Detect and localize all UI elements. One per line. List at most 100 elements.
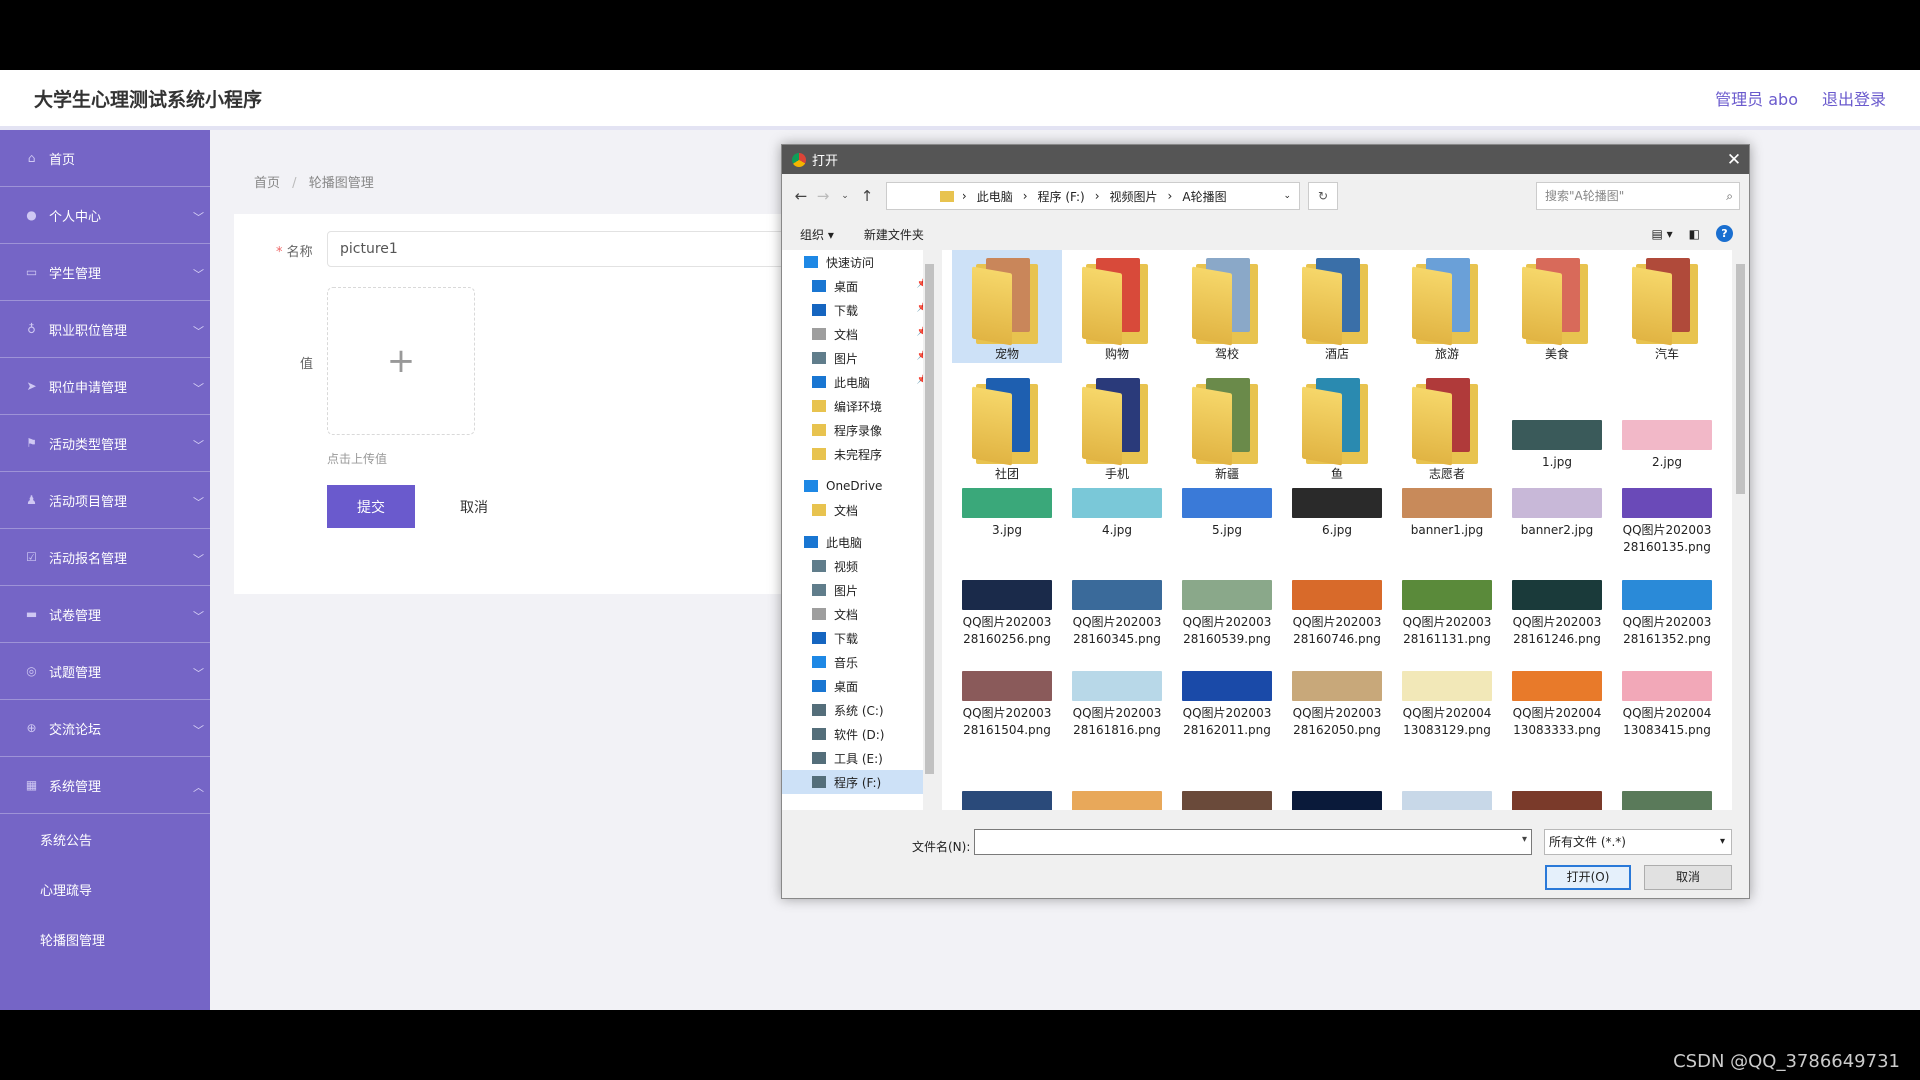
nav-item[interactable]: 此电脑📌 bbox=[782, 370, 936, 394]
help-icon[interactable]: ? bbox=[1716, 225, 1733, 242]
folder-item[interactable]: 驾校 bbox=[1172, 250, 1282, 363]
file-item[interactable]: QQ图片20200328160539.png bbox=[1172, 580, 1282, 648]
folder-item[interactable]: 酒店 bbox=[1282, 250, 1392, 363]
back-icon[interactable]: ← bbox=[790, 187, 812, 205]
sidebar-item[interactable]: ▭ 学生管理 ﹀ bbox=[0, 244, 210, 301]
recent-dropdown-icon[interactable]: ⌄ bbox=[834, 191, 856, 201]
sidebar-item[interactable]: ◎ 试题管理 ﹀ bbox=[0, 643, 210, 700]
nav-item[interactable]: 文档📌 bbox=[782, 322, 936, 346]
file-item[interactable]: QQ图片20200328160746.png bbox=[1282, 580, 1392, 648]
file-item[interactable]: 2.jpg bbox=[1612, 370, 1722, 471]
nav-item[interactable]: 工具 (E:) bbox=[782, 746, 936, 770]
sidebar-item[interactable]: ● 个人中心 ﹀ bbox=[0, 187, 210, 244]
preview-pane-icon[interactable]: ◧ bbox=[1689, 227, 1700, 241]
chevron-down-icon[interactable]: ▾ bbox=[1522, 834, 1527, 845]
folder-item[interactable]: 旅游 bbox=[1392, 250, 1502, 363]
nav-scrollbar[interactable] bbox=[923, 250, 937, 810]
file-item[interactable] bbox=[1612, 791, 1722, 810]
nav-item[interactable]: OneDrive bbox=[782, 474, 936, 498]
file-item[interactable]: QQ图片20200328161504.png bbox=[952, 671, 1062, 739]
path-segment[interactable]: 视频图片 bbox=[1110, 188, 1158, 205]
submit-button[interactable]: 提交 bbox=[327, 485, 415, 528]
nav-item[interactable]: 此电脑 bbox=[782, 530, 936, 554]
sidebar-subitem[interactable]: 系统公告 bbox=[0, 814, 210, 864]
name-input[interactable]: picture1 bbox=[327, 231, 807, 267]
file-item[interactable]: 1.jpg bbox=[1502, 370, 1612, 471]
file-item[interactable]: 3.jpg bbox=[952, 488, 1062, 539]
nav-item[interactable]: 图片📌 bbox=[782, 346, 936, 370]
folder-item[interactable]: 宠物 bbox=[952, 250, 1062, 363]
file-item[interactable]: QQ图片20200413083415.png bbox=[1612, 671, 1722, 739]
sidebar-subitem[interactable]: 心理疏导 bbox=[0, 864, 210, 914]
sidebar-item[interactable]: ⚑ 活动类型管理 ﹀ bbox=[0, 415, 210, 472]
file-item[interactable] bbox=[952, 791, 1062, 810]
path-segment[interactable]: 此电脑 bbox=[977, 188, 1013, 205]
nav-item[interactable]: 图片 bbox=[782, 578, 936, 602]
sidebar-subitem[interactable]: 轮播图管理 bbox=[0, 914, 210, 964]
dialog-cancel-button[interactable]: 取消 bbox=[1644, 865, 1732, 890]
file-item[interactable]: QQ图片20200328162011.png bbox=[1172, 671, 1282, 739]
folder-item[interactable]: 汽车 bbox=[1612, 250, 1722, 363]
close-icon[interactable]: ✕ bbox=[1719, 150, 1749, 170]
sidebar-item[interactable]: ♟ 活动项目管理 ﹀ bbox=[0, 472, 210, 529]
file-item[interactable] bbox=[1062, 791, 1172, 810]
file-item[interactable]: 5.jpg bbox=[1172, 488, 1282, 539]
nav-item[interactable]: 文档 bbox=[782, 602, 936, 626]
file-item[interactable]: QQ图片20200413083333.png bbox=[1502, 671, 1612, 739]
sidebar-item[interactable]: ➤ 职位申请管理 ﹀ bbox=[0, 358, 210, 415]
sidebar-item[interactable]: ▬ 试卷管理 ﹀ bbox=[0, 586, 210, 643]
sidebar-item[interactable]: ▦ 系统管理 ︿ bbox=[0, 757, 210, 814]
file-item[interactable]: QQ图片20200328161816.png bbox=[1062, 671, 1172, 739]
file-item[interactable]: QQ图片20200328161246.png bbox=[1502, 580, 1612, 648]
new-folder-button[interactable]: 新建文件夹 bbox=[864, 226, 924, 243]
nav-item[interactable]: 桌面📌 bbox=[782, 274, 936, 298]
folder-item[interactable]: 手机 bbox=[1062, 370, 1172, 483]
refresh-icon[interactable]: ↻ bbox=[1308, 182, 1338, 210]
view-options-icon[interactable]: ▤ ▾ bbox=[1651, 227, 1672, 241]
nav-item[interactable]: 系统 (C:) bbox=[782, 698, 936, 722]
file-item[interactable]: QQ图片20200413083129.png bbox=[1392, 671, 1502, 739]
up-icon[interactable]: ↑ bbox=[856, 187, 878, 205]
path-segment[interactable]: 程序 (F:) bbox=[1038, 188, 1085, 205]
file-item[interactable]: QQ图片20200328161352.png bbox=[1612, 580, 1722, 648]
nav-item[interactable]: 软件 (D:) bbox=[782, 722, 936, 746]
nav-item[interactable]: 文档 bbox=[782, 498, 936, 522]
file-item[interactable]: QQ图片20200328160256.png bbox=[952, 580, 1062, 648]
nav-item[interactable]: 下载 bbox=[782, 626, 936, 650]
nav-item[interactable]: 程序 (F:) bbox=[782, 770, 936, 794]
logout-link[interactable]: 退出登录 bbox=[1822, 86, 1886, 110]
file-item[interactable] bbox=[1172, 791, 1282, 810]
folder-item[interactable]: 志愿者 bbox=[1392, 370, 1502, 483]
file-item[interactable] bbox=[1392, 791, 1502, 810]
file-item[interactable] bbox=[1282, 791, 1392, 810]
filetype-select[interactable]: 所有文件 (*.*) ▾ bbox=[1544, 829, 1732, 855]
path-bar[interactable]: › 此电脑 › 程序 (F:) › 视频图片 › A轮播图 ⌄ bbox=[886, 182, 1300, 210]
open-button[interactable]: 打开(O) bbox=[1545, 865, 1631, 890]
path-segment[interactable]: A轮播图 bbox=[1182, 188, 1226, 205]
sidebar-item[interactable]: ⌂ 首页 bbox=[0, 130, 210, 187]
sidebar-item[interactable]: ⊕ 交流论坛 ﹀ bbox=[0, 700, 210, 757]
nav-item[interactable]: 快速访问 bbox=[782, 250, 936, 274]
nav-item[interactable]: 程序录像 bbox=[782, 418, 936, 442]
organize-button[interactable]: 组织 ▾ bbox=[800, 226, 834, 243]
nav-item[interactable]: 音乐 bbox=[782, 650, 936, 674]
folder-item[interactable]: 社团 bbox=[952, 370, 1062, 483]
nav-item[interactable]: 桌面 bbox=[782, 674, 936, 698]
grid-scrollbar[interactable] bbox=[1732, 250, 1749, 810]
cancel-button[interactable]: 取消 bbox=[444, 485, 504, 528]
nav-item[interactable]: 未完程序 bbox=[782, 442, 936, 466]
sidebar-item[interactable]: ☑ 活动报名管理 ﹀ bbox=[0, 529, 210, 586]
folder-item[interactable]: 美食 bbox=[1502, 250, 1612, 363]
file-item[interactable]: banner2.jpg bbox=[1502, 488, 1612, 539]
folder-item[interactable]: 购物 bbox=[1062, 250, 1172, 363]
file-item[interactable]: banner1.jpg bbox=[1392, 488, 1502, 539]
nav-item[interactable]: 视频 bbox=[782, 554, 936, 578]
file-item[interactable]: QQ图片20200328160345.png bbox=[1062, 580, 1172, 648]
filename-input[interactable]: ▾ bbox=[974, 829, 1532, 855]
search-input[interactable]: 搜索"A轮播图" ⌕ bbox=[1536, 182, 1740, 210]
file-item[interactable]: 4.jpg bbox=[1062, 488, 1172, 539]
upload-box[interactable]: + bbox=[327, 287, 475, 435]
file-item[interactable] bbox=[1502, 791, 1612, 810]
file-item[interactable]: QQ图片20200328161131.png bbox=[1392, 580, 1502, 648]
nav-item[interactable]: 下载📌 bbox=[782, 298, 936, 322]
